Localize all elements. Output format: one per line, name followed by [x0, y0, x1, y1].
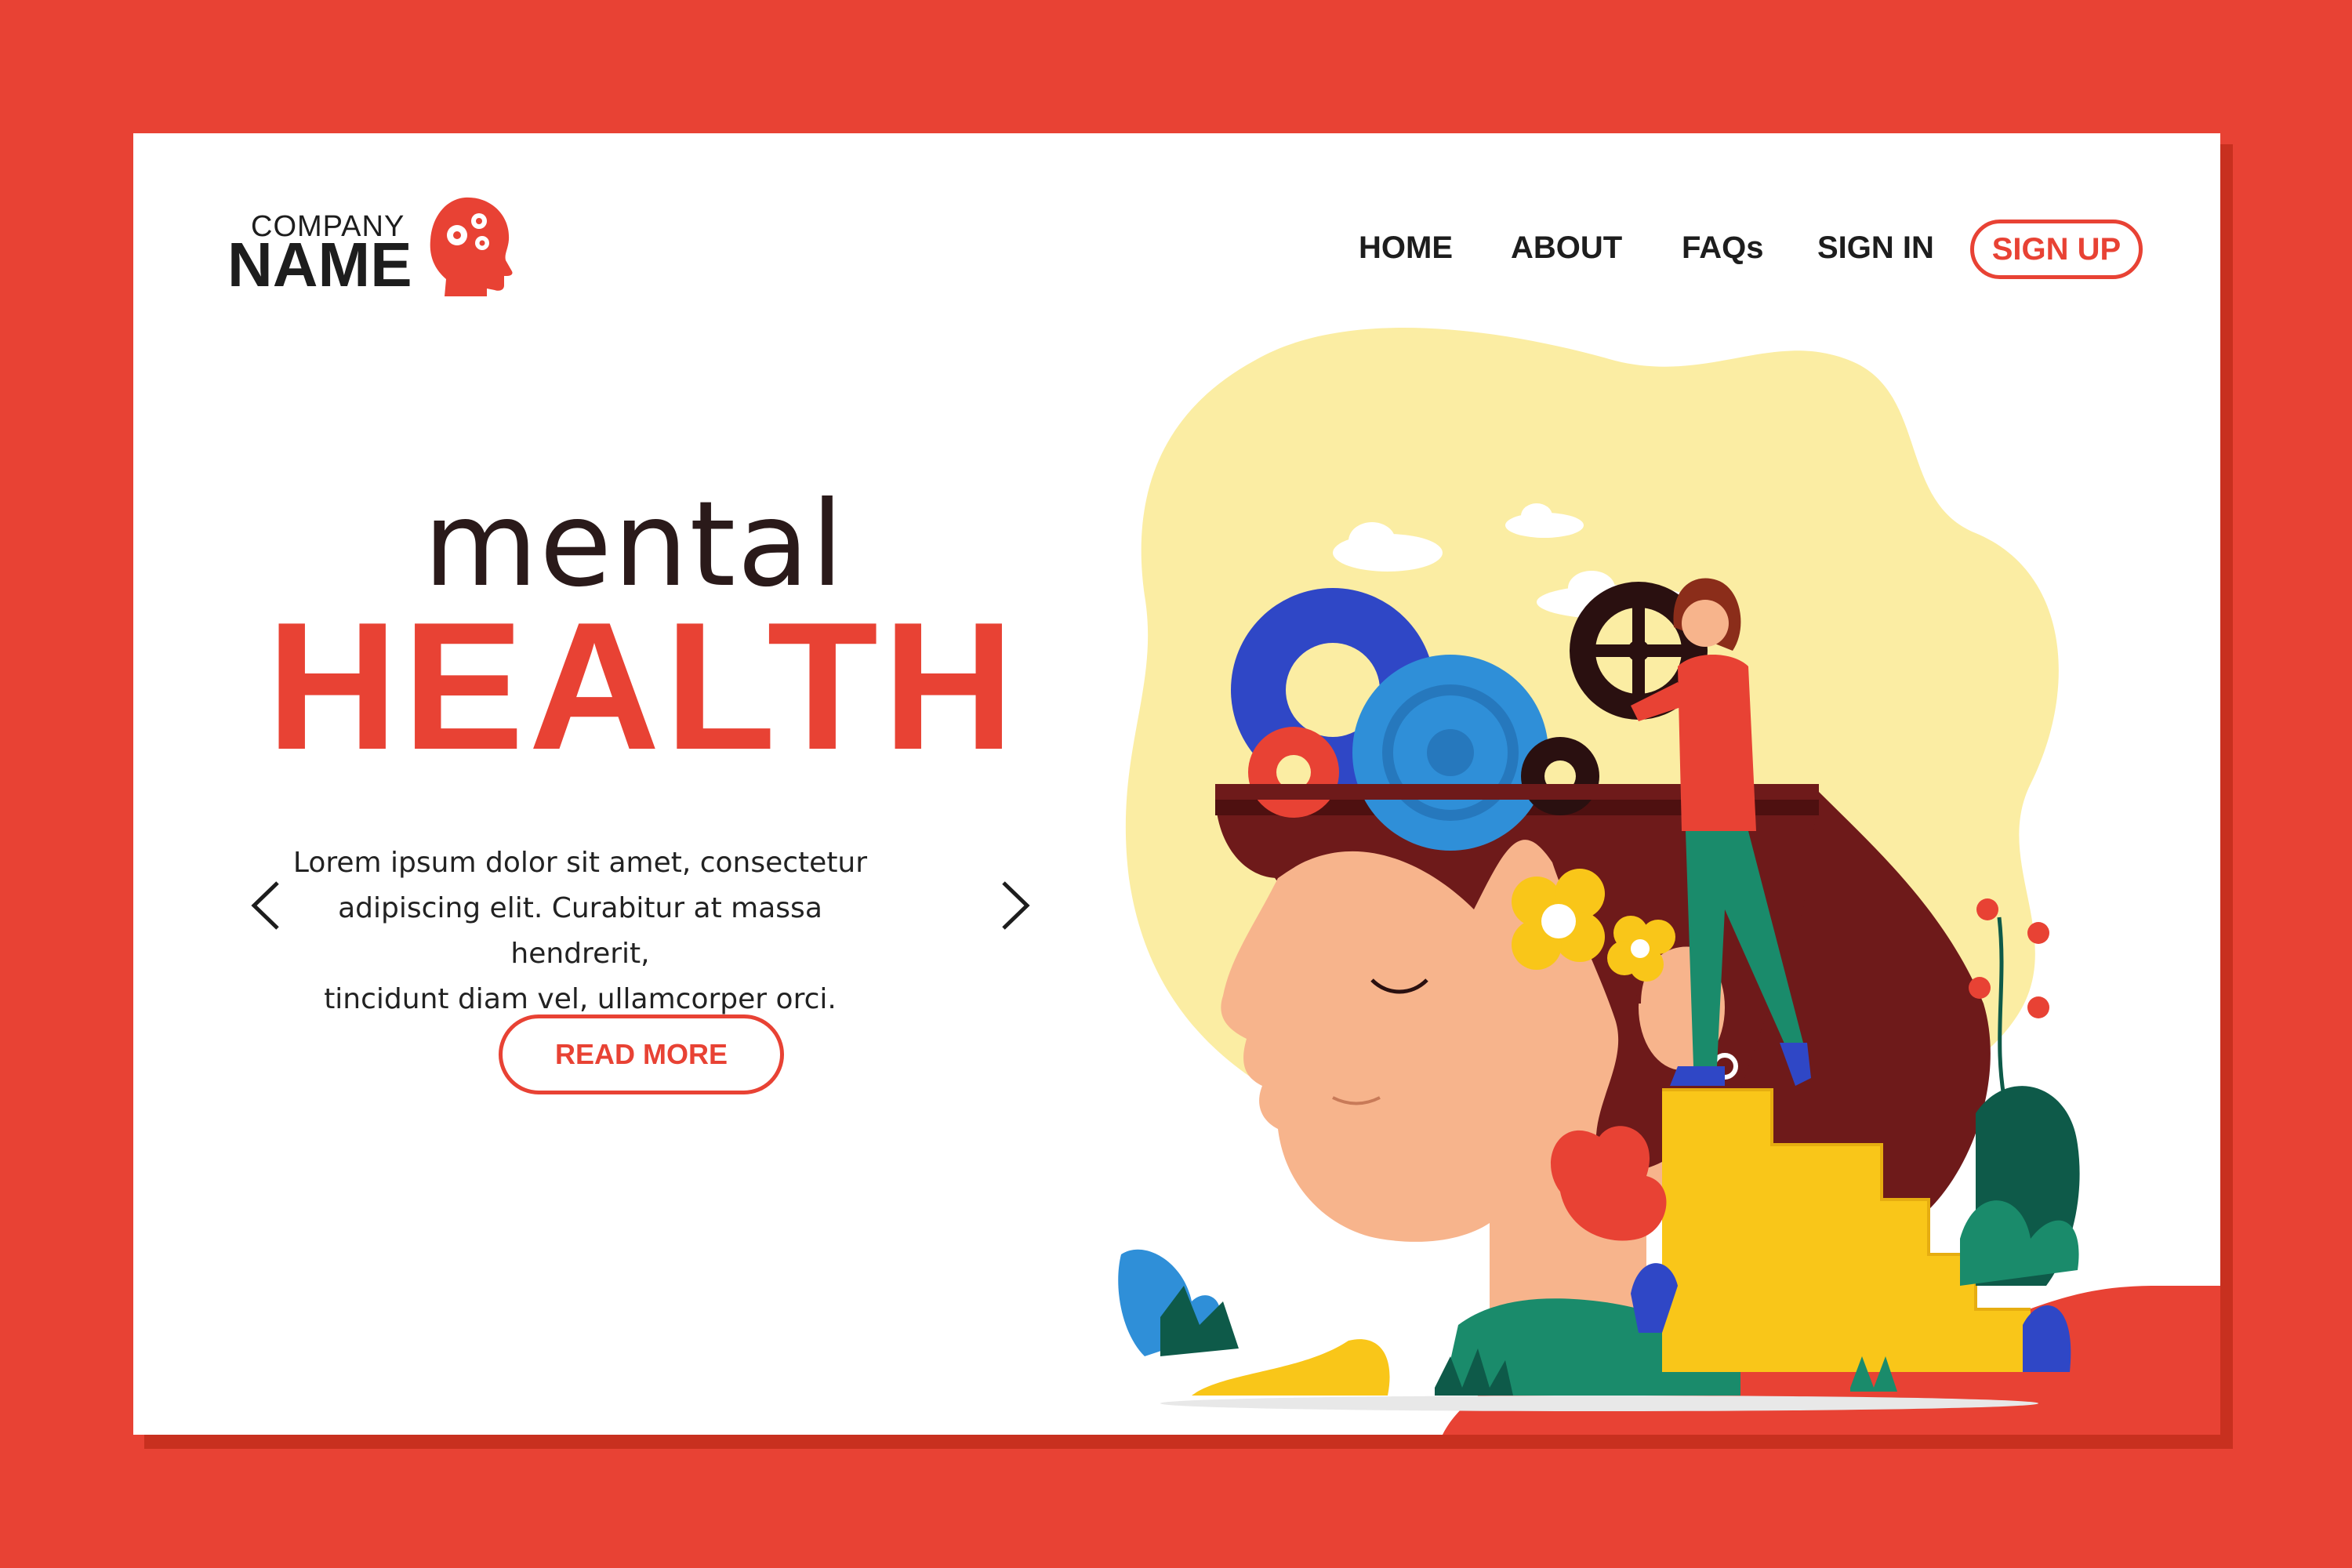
- gear-dark-small: [1521, 737, 1599, 815]
- nav-sign-in[interactable]: SIGN IN: [1817, 230, 1934, 266]
- hero-description-line: adipiscing elit. Curabitur at massa hend…: [338, 892, 822, 970]
- sign-up-button[interactable]: SIGN UP: [1970, 220, 2143, 279]
- hero-description: Lorem ipsum dolor sit amet, consectetur …: [282, 840, 878, 1022]
- chevron-right-icon[interactable]: [997, 878, 1033, 933]
- hero-illustration: [1118, 328, 2080, 1411]
- gear-red: [1248, 727, 1339, 818]
- flower-large: [1512, 869, 1605, 970]
- gear-light-blue: [1352, 655, 1548, 851]
- plant-blue-right: [2023, 1305, 2071, 1372]
- nav-about[interactable]: ABOUT: [1511, 230, 1622, 266]
- landing-card: COMPANY NAME HOME ABOUT FAQs SIGN IN SIG…: [133, 133, 2220, 1435]
- logo-name-text: NAME: [227, 230, 412, 299]
- head-gears-icon: [430, 197, 513, 296]
- nav-faqs[interactable]: FAQs: [1682, 230, 1763, 266]
- chevron-left-icon[interactable]: [248, 878, 284, 933]
- hero-description-line: Lorem ipsum dolor sit amet, consectetur: [292, 847, 868, 879]
- hero-title-health: HEALTH: [267, 585, 1019, 788]
- read-more-button[interactable]: READ MORE: [499, 1014, 784, 1094]
- nav-home[interactable]: HOME: [1359, 230, 1453, 266]
